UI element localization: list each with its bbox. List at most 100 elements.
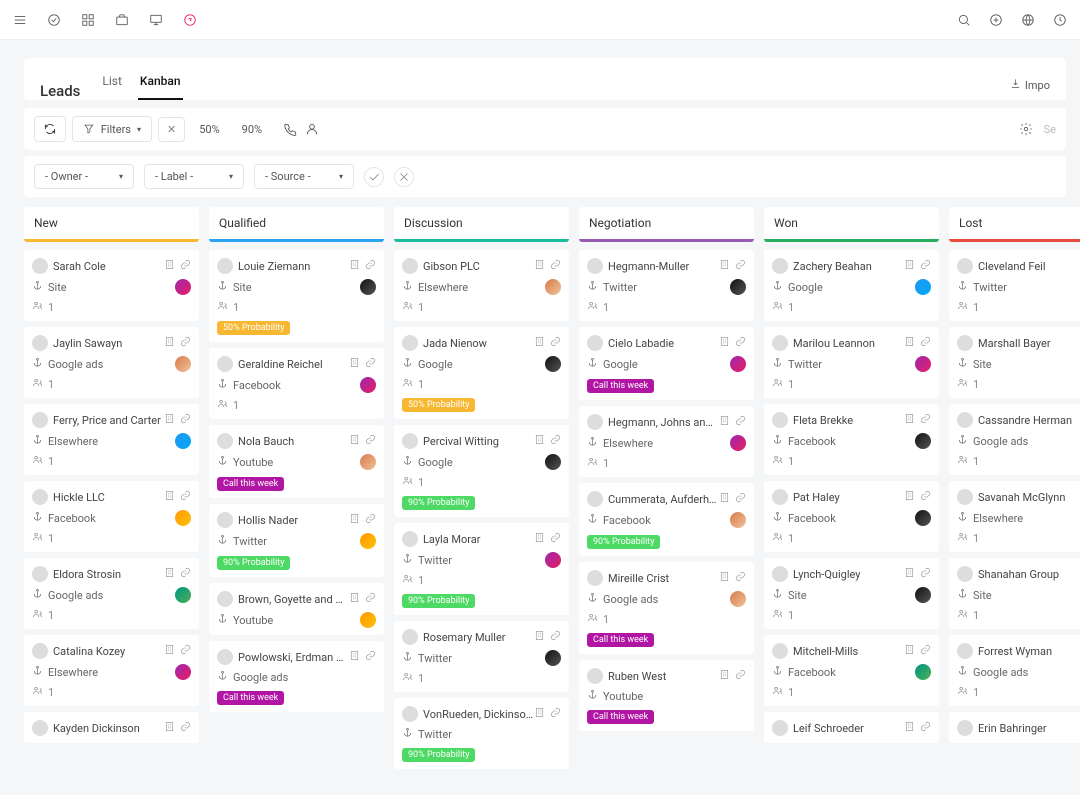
phone-icon[interactable] [282, 121, 298, 137]
building-icon[interactable] [719, 571, 730, 585]
filter-90[interactable]: 90% [234, 120, 270, 139]
external-link-icon[interactable] [920, 413, 931, 427]
help-icon[interactable] [182, 12, 198, 28]
building-icon[interactable] [164, 413, 175, 427]
external-link-icon[interactable] [550, 630, 561, 644]
lead-card[interactable]: Gibson PLCElsewhere1 [394, 250, 569, 321]
filter-50[interactable]: 50% [191, 120, 227, 139]
building-icon[interactable] [164, 336, 175, 350]
building-icon[interactable] [719, 492, 730, 506]
external-link-icon[interactable] [365, 650, 376, 664]
building-icon[interactable] [349, 650, 360, 664]
lead-card[interactable]: Ferry, Price and CarterElsewhere1 [24, 404, 199, 475]
clear-filter-button[interactable]: ✕ [158, 117, 185, 142]
lead-card[interactable]: Nola BauchYoutubeCall this week [209, 425, 384, 498]
lead-card[interactable]: Savanah McGlynnElsewhere1 [949, 481, 1080, 552]
external-link-icon[interactable] [735, 415, 746, 429]
lead-card[interactable]: Mitchell-MillsFacebook1 [764, 635, 939, 706]
lead-card[interactable]: Rosemary MullerTwitter1 [394, 621, 569, 692]
building-icon[interactable] [164, 490, 175, 504]
lead-card[interactable]: Fleta BrekkeFacebook1 [764, 404, 939, 475]
building-icon[interactable] [164, 567, 175, 581]
source-select[interactable]: - Source -▾ [254, 164, 354, 189]
external-link-icon[interactable] [920, 567, 931, 581]
lead-card[interactable]: Zachery BeahanGoogle1 [764, 250, 939, 321]
menu-icon[interactable] [12, 12, 28, 28]
building-icon[interactable] [534, 707, 545, 721]
building-icon[interactable] [164, 259, 175, 273]
apply-icon[interactable] [364, 167, 384, 187]
lead-card[interactable]: Ruben WestYoutubeCall this week [579, 660, 754, 731]
building-icon[interactable] [904, 336, 915, 350]
lead-card[interactable]: Percival WittingGoogle190% Probability [394, 425, 569, 517]
lead-card[interactable]: VonRueden, Dickinson and MacejkovicTwitt… [394, 698, 569, 769]
lead-card[interactable]: Pat HaleyFacebook1 [764, 481, 939, 552]
lead-card[interactable]: Cummerata, Aufderhar and BergnaumFaceboo… [579, 483, 754, 556]
lead-card[interactable]: Erin Bahringer [949, 712, 1080, 743]
lead-card[interactable]: Marshall BayerSite1 [949, 327, 1080, 398]
external-link-icon[interactable] [365, 592, 376, 606]
lead-card[interactable]: Hollis NaderTwitter90% Probability [209, 504, 384, 577]
building-icon[interactable] [904, 490, 915, 504]
external-link-icon[interactable] [550, 259, 561, 273]
external-link-icon[interactable] [735, 259, 746, 273]
tab-kanban[interactable]: Kanban [138, 70, 183, 100]
building-icon[interactable] [349, 259, 360, 273]
external-link-icon[interactable] [550, 707, 561, 721]
building-icon[interactable] [719, 336, 730, 350]
lead-card[interactable]: Jaylin SawaynGoogle ads1 [24, 327, 199, 398]
external-link-icon[interactable] [365, 513, 376, 527]
lead-card[interactable]: Jada NienowGoogle150% Probability [394, 327, 569, 419]
lead-card[interactable]: Geraldine ReichelFacebook1 [209, 348, 384, 419]
building-icon[interactable] [904, 567, 915, 581]
lead-card[interactable]: Hegmann-MullerTwitter1 [579, 250, 754, 321]
briefcase-icon[interactable] [114, 12, 130, 28]
plus-circle-icon[interactable] [988, 12, 1004, 28]
external-link-icon[interactable] [365, 434, 376, 448]
external-link-icon[interactable] [920, 721, 931, 735]
lead-card[interactable]: Louie ZiemannSite150% Probability [209, 250, 384, 342]
lead-card[interactable]: Powlowski, Erdman and WildermanGoogle ad… [209, 641, 384, 712]
external-link-icon[interactable] [180, 567, 191, 581]
building-icon[interactable] [349, 513, 360, 527]
lead-card[interactable]: Brown, Goyette and GusikowskiYoutube [209, 583, 384, 635]
owner-select[interactable]: - Owner -▾ [34, 164, 134, 189]
tab-list[interactable]: List [100, 70, 124, 100]
external-link-icon[interactable] [920, 490, 931, 504]
lead-card[interactable]: Kayden Dickinson [24, 712, 199, 743]
building-icon[interactable] [719, 259, 730, 273]
external-link-icon[interactable] [550, 532, 561, 546]
building-icon[interactable] [349, 592, 360, 606]
lead-card[interactable]: Cleveland FeilTwitter1 [949, 250, 1080, 321]
lead-card[interactable]: Lynch-QuigleySite1 [764, 558, 939, 629]
lead-card[interactable]: Layla MorarTwitter190% Probability [394, 523, 569, 615]
filters-button[interactable]: Filters ▾ [72, 116, 152, 142]
lead-card[interactable]: Hegmann, Johns and AnkundingElsewhere1 [579, 406, 754, 477]
building-icon[interactable] [904, 259, 915, 273]
external-link-icon[interactable] [180, 259, 191, 273]
lead-card[interactable]: Marilou LeannonTwitter1 [764, 327, 939, 398]
lead-card[interactable]: Eldora StrosinGoogle ads1 [24, 558, 199, 629]
external-link-icon[interactable] [550, 434, 561, 448]
external-link-icon[interactable] [550, 336, 561, 350]
label-select[interactable]: - Label -▾ [144, 164, 244, 189]
gear-icon[interactable] [1018, 121, 1034, 137]
search-text[interactable]: Se [1044, 123, 1056, 136]
building-icon[interactable] [534, 434, 545, 448]
external-link-icon[interactable] [180, 721, 191, 735]
building-icon[interactable] [164, 721, 175, 735]
external-link-icon[interactable] [920, 644, 931, 658]
person-icon[interactable] [304, 121, 320, 137]
lead-card[interactable]: Forrest WymanGoogle ads1 [949, 635, 1080, 706]
building-icon[interactable] [349, 434, 360, 448]
lead-card[interactable]: Cassandre HermanGoogle ads1 [949, 404, 1080, 475]
building-icon[interactable] [534, 259, 545, 273]
external-link-icon[interactable] [180, 336, 191, 350]
monitor-icon[interactable] [148, 12, 164, 28]
building-icon[interactable] [164, 644, 175, 658]
lead-card[interactable]: Hickle LLCFacebook1 [24, 481, 199, 552]
building-icon[interactable] [534, 630, 545, 644]
external-link-icon[interactable] [365, 259, 376, 273]
external-link-icon[interactable] [735, 336, 746, 350]
import-button[interactable]: Impo [1010, 78, 1050, 100]
